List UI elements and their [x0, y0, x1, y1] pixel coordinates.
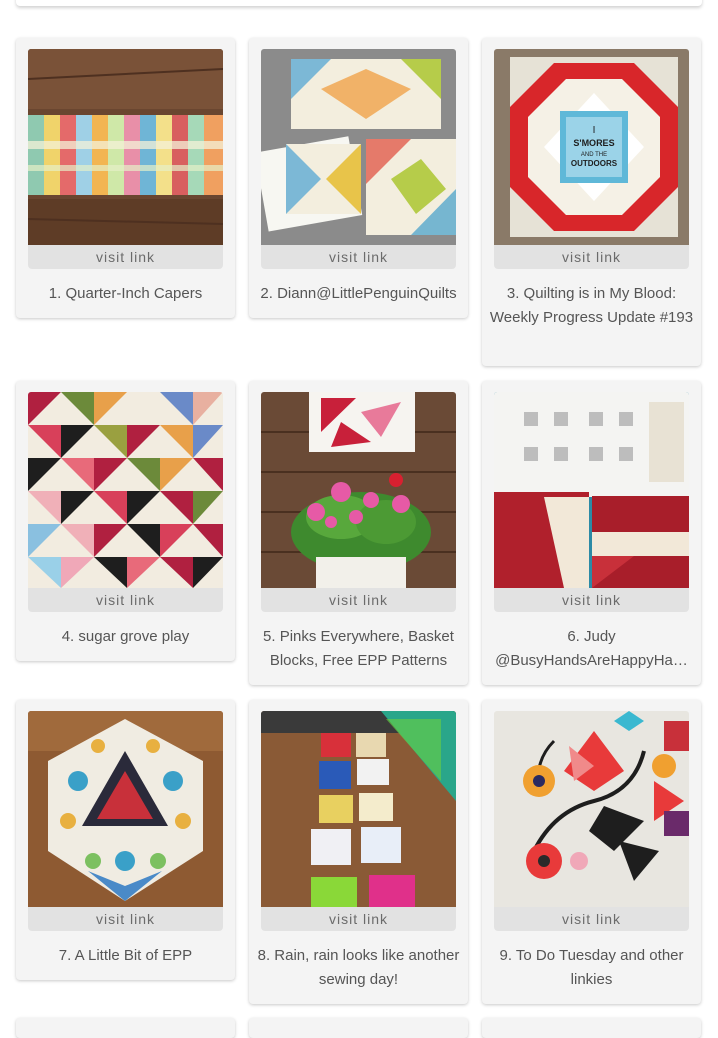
link-card-8[interactable]: visit link 8. Rain, rain looks like anot…: [249, 700, 468, 1004]
link-thumbnail-6[interactable]: [494, 392, 689, 588]
link-thumbnail-8[interactable]: [261, 711, 456, 907]
quilt-label-text-4: OUTDOORS: [571, 159, 618, 168]
link-caption-5[interactable]: 5. Pinks Everywhere, Basket Blocks, Free…: [255, 625, 462, 673]
quilt-label-text-1: I: [593, 125, 596, 136]
link-card-2[interactable]: visit link 2. Diann@LittlePenguinQuilts: [249, 38, 468, 318]
link-card-3[interactable]: I S'MORES AND THE OUTDOORS visit link 3.…: [482, 38, 701, 366]
link-thumbnail-3[interactable]: I S'MORES AND THE OUTDOORS: [494, 49, 689, 245]
hexagon-epp-quilt-photo: [28, 711, 223, 907]
link-caption-9[interactable]: 9. To Do Tuesday and other linkies: [488, 944, 695, 992]
link-caption-3[interactable]: 3. Quilting is in My Blood: Weekly Progr…: [488, 282, 695, 330]
smores-quilt-block-photo: I S'MORES AND THE OUTDOORS: [494, 49, 689, 245]
link-caption-6-line1: 6. Judy: [567, 628, 616, 645]
link-card-4[interactable]: visit link 4. sugar grove play: [16, 381, 235, 661]
visit-link-button[interactable]: visit link: [261, 588, 456, 612]
visit-link-button[interactable]: visit link: [28, 907, 223, 931]
link-thumbnail-2[interactable]: [261, 49, 456, 245]
half-square-triangles-photo: [28, 392, 223, 588]
link-thumbnail-5[interactable]: [261, 392, 456, 588]
link-card-1[interactable]: visit link 1. Quarter-Inch Capers: [16, 38, 235, 318]
link-card-7[interactable]: visit link 7. A Little Bit of EPP: [16, 700, 235, 980]
link-caption-1[interactable]: 1. Quarter-Inch Capers: [22, 282, 229, 306]
link-thumbnail-7[interactable]: [28, 711, 223, 907]
fabric-squares-photo: [261, 711, 456, 907]
link-card-9[interactable]: visit link 9. To Do Tuesday and other li…: [482, 700, 701, 1004]
visit-link-button[interactable]: visit link: [494, 245, 689, 269]
link-card-6[interactable]: visit link 6. Judy @BusyHandsAreHappyHa…: [482, 381, 701, 685]
visit-link-button[interactable]: visit link: [261, 245, 456, 269]
quilt-strip-photo: [28, 49, 223, 245]
next-row-card-1: [16, 1018, 235, 1038]
pink-geranium-photo: [261, 392, 456, 588]
quilt-label-text-3: AND THE: [581, 152, 607, 158]
quilt-blocks-photo: [261, 49, 456, 245]
link-thumbnail-4[interactable]: [28, 392, 223, 588]
link-card-5[interactable]: visit link 5. Pinks Everywhere, Basket B…: [249, 381, 468, 685]
next-row-card-3: [482, 1018, 701, 1038]
applique-flowers-quilt-photo: [494, 711, 689, 907]
quilt-pattern-paper-photo: [494, 392, 689, 588]
link-thumbnail-1[interactable]: [28, 49, 223, 245]
link-caption-6[interactable]: 6. Judy @BusyHandsAreHappyHa…: [488, 625, 695, 673]
link-thumbnail-9[interactable]: [494, 711, 689, 907]
link-caption-4[interactable]: 4. sugar grove play: [22, 625, 229, 649]
visit-link-button[interactable]: visit link: [494, 588, 689, 612]
link-caption-6-line2: @BusyHandsAreHappyHa…: [495, 652, 688, 669]
quilt-label-text-2: S'MORES: [573, 138, 614, 148]
visit-link-button[interactable]: visit link: [28, 245, 223, 269]
visit-link-button[interactable]: visit link: [261, 907, 456, 931]
previous-section-card: [16, 0, 702, 6]
link-caption-8[interactable]: 8. Rain, rain looks like another sewing …: [255, 944, 462, 992]
visit-link-button[interactable]: visit link: [494, 907, 689, 931]
next-row-card-2: [249, 1018, 468, 1038]
visit-link-button[interactable]: visit link: [28, 588, 223, 612]
link-caption-2[interactable]: 2. Diann@LittlePenguinQuilts: [255, 282, 462, 306]
link-caption-7[interactable]: 7. A Little Bit of EPP: [22, 944, 229, 968]
